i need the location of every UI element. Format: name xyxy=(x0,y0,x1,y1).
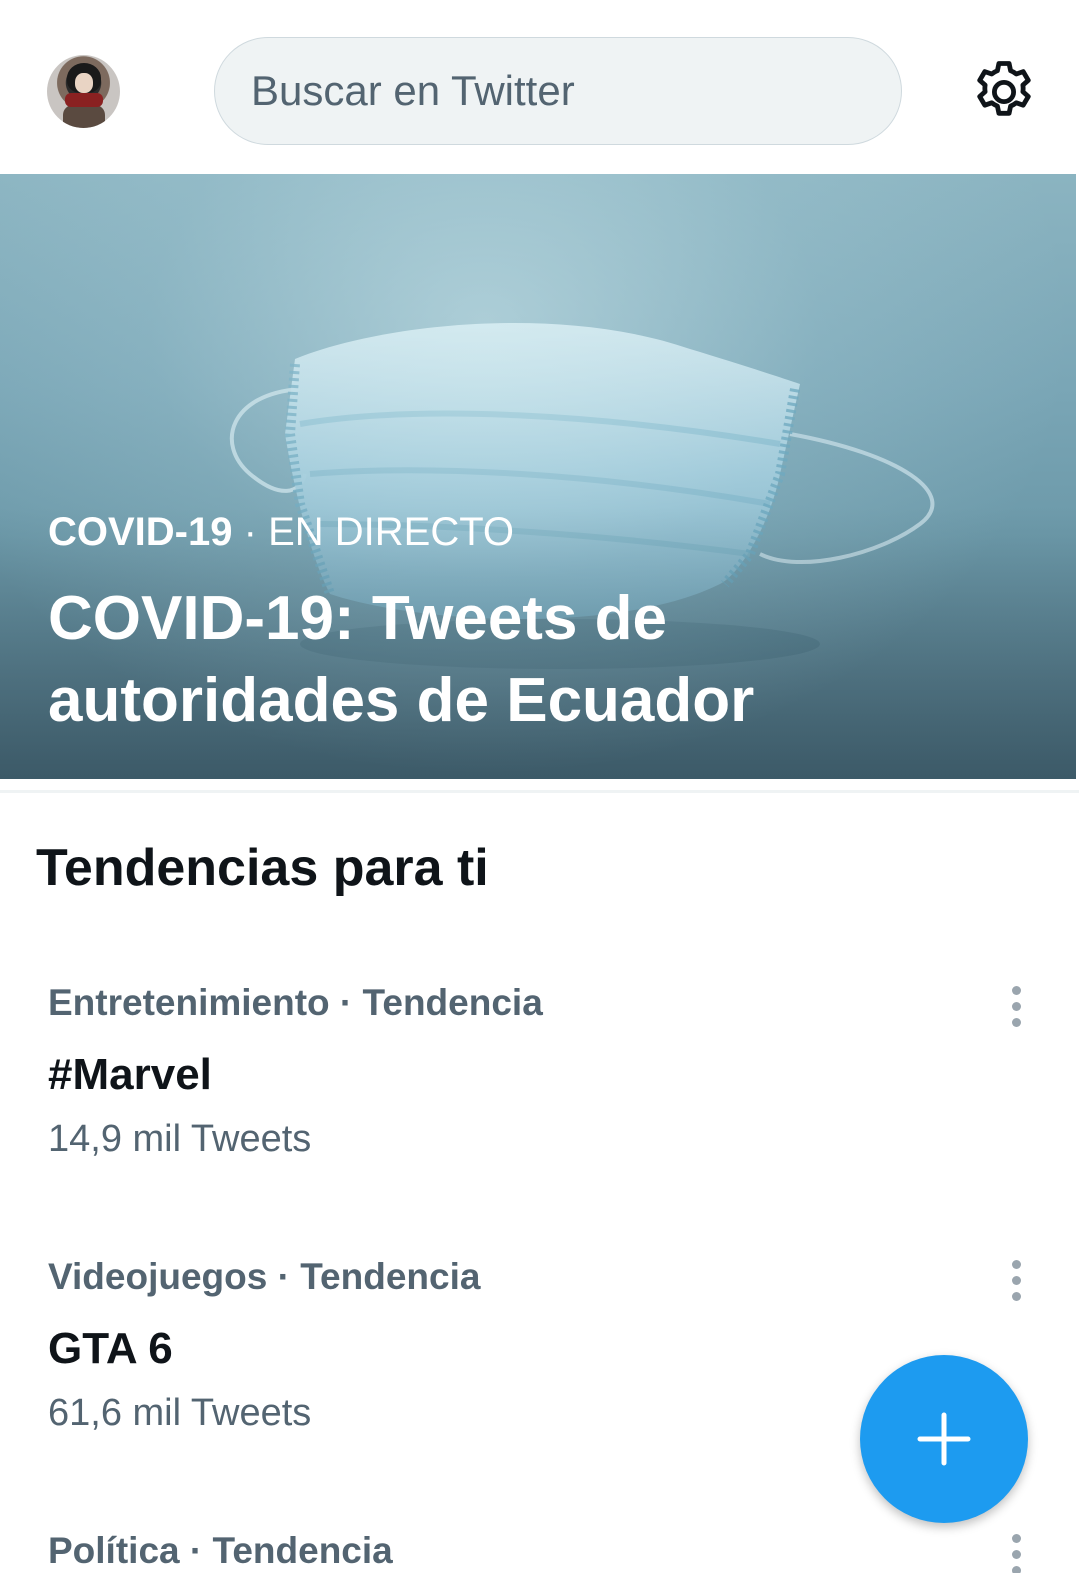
event-meta: COVID-19 · EN DIRECTO xyxy=(48,510,514,555)
search-placeholder: Buscar en Twitter xyxy=(251,67,575,114)
trend-category: Política · Tendencia xyxy=(48,1530,393,1571)
avatar[interactable] xyxy=(47,55,120,128)
section-title: Tendencias para ti xyxy=(36,839,489,897)
trend-item[interactable]: Política · Tendencia xyxy=(0,1530,1079,1573)
event-status: EN DIRECTO xyxy=(268,510,515,554)
divider xyxy=(0,790,1079,793)
featured-event-card[interactable]: COVID-19 · EN DIRECTO COVID-19: Tweets d… xyxy=(0,174,1076,779)
top-bar: Buscar en Twitter xyxy=(0,0,1079,174)
trend-count: 61,6 mil Tweets xyxy=(48,1392,312,1434)
trend-count: 14,9 mil Tweets xyxy=(48,1118,312,1160)
trend-name: #Marvel xyxy=(48,1050,212,1099)
event-separator: · xyxy=(243,510,257,554)
more-vertical-icon[interactable] xyxy=(1004,1534,1028,1573)
trend-name: GTA 6 xyxy=(48,1324,173,1373)
event-category: COVID-19 xyxy=(48,510,233,554)
gear-icon[interactable] xyxy=(968,56,1040,128)
trend-category: Entretenimiento · Tendencia xyxy=(48,982,543,1023)
more-vertical-icon[interactable] xyxy=(1004,1260,1028,1304)
compose-button[interactable] xyxy=(860,1355,1028,1523)
search-input[interactable]: Buscar en Twitter xyxy=(214,37,902,145)
trend-item[interactable]: Entretenimiento · Tendencia #Marvel 14,9… xyxy=(0,982,1079,1222)
trend-category: Videojuegos · Tendencia xyxy=(48,1256,481,1297)
plus-icon xyxy=(917,1412,971,1466)
explore-screen: Buscar en Twitter COVID-19 · EN DIRECTO … xyxy=(0,0,1079,1573)
more-vertical-icon[interactable] xyxy=(1004,986,1028,1030)
event-title: COVID-19: Tweets de autoridades de Ecuad… xyxy=(48,584,755,735)
